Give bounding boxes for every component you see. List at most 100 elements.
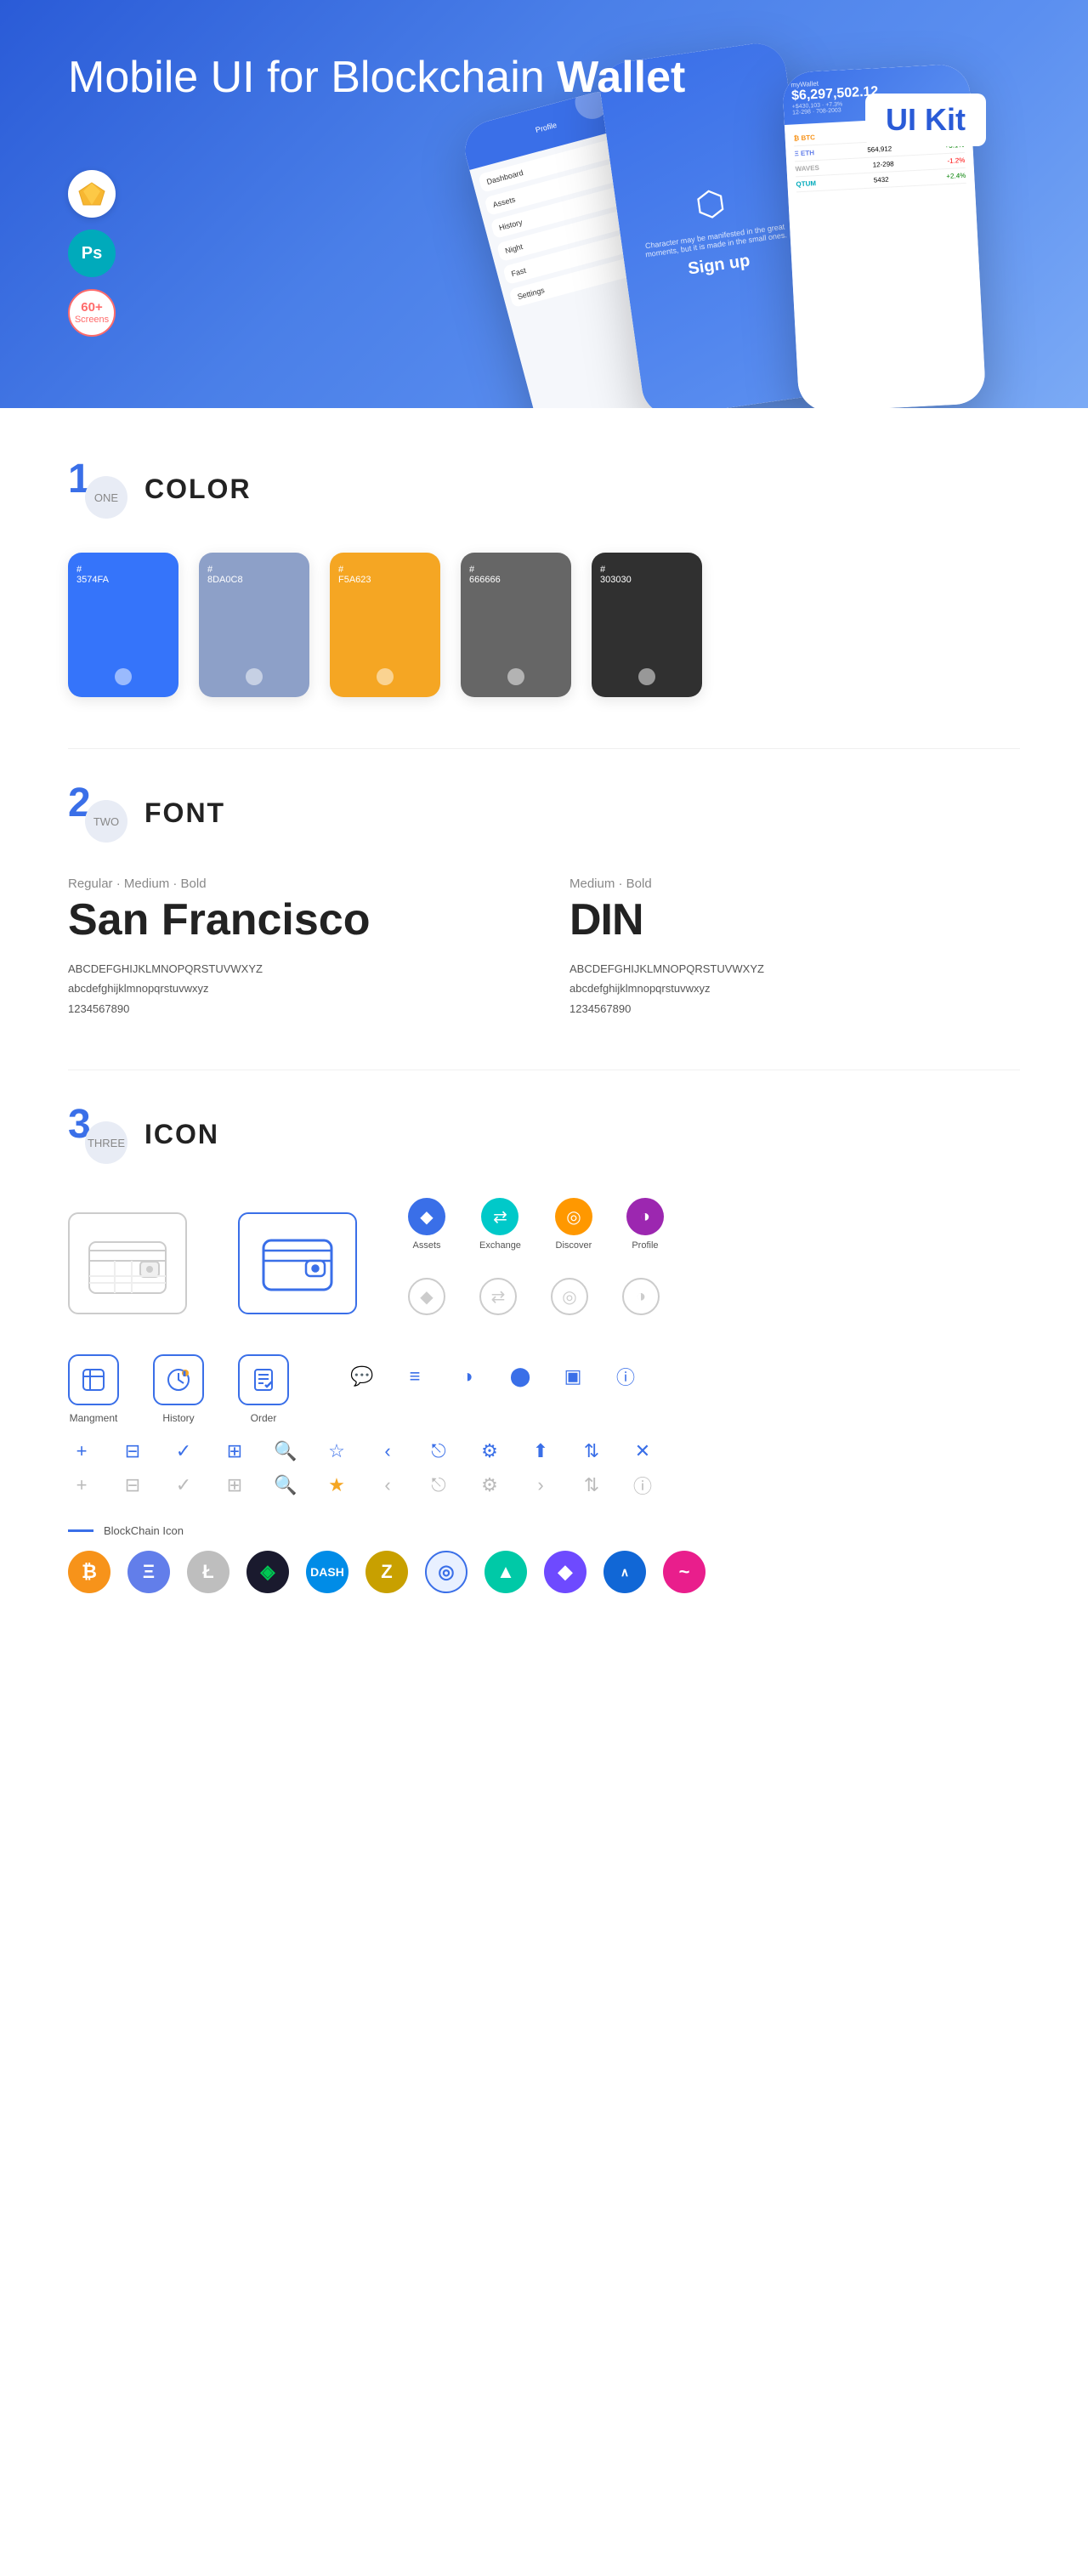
close-icon: ✕ [629, 1438, 656, 1465]
ps-badge: Ps [68, 230, 116, 277]
blockchain-label-row: BlockChain Icon [68, 1524, 1020, 1537]
sketch-icon [77, 181, 106, 207]
svg-text:!: ! [184, 1372, 185, 1377]
assets-icon-item: ◆ Assets [408, 1198, 445, 1251]
tab-icons-row-active: ◆ Assets ⇄ Exchange ◎ Discover ◑ Profile [408, 1198, 664, 1251]
icon-section-number: 3 THREE [68, 1104, 128, 1164]
swatch-blue: #3574FA [68, 553, 178, 697]
screens-badge: 60+ Screens [68, 289, 116, 337]
assets-icon: ◆ [408, 1198, 445, 1235]
divider-1 [68, 748, 1020, 749]
swatch-gray: #666666 [461, 553, 571, 697]
bitcoin-icon: ₿ [68, 1551, 110, 1593]
ark-icon: ▲ [484, 1551, 527, 1593]
stellar-icon: ~ [663, 1551, 706, 1593]
ui-kit-badge: UI Kit [865, 94, 986, 146]
wallet-colored-icon [238, 1212, 357, 1314]
plus-gray-icon: + [68, 1472, 95, 1499]
font-din: Medium · Bold DIN ABCDEFGHIJKLMNOPQRSTUV… [570, 877, 1020, 1018]
stratis-icon: ∧ [604, 1551, 646, 1593]
icon-section: ◆ Assets ⇄ Exchange ◎ Discover ◑ Profile [68, 1198, 1020, 1593]
back-icon: ‹ [374, 1438, 401, 1465]
font-title: FONT [144, 797, 225, 829]
history-icon-item: ! History [153, 1354, 204, 1424]
management-icon-item: Mangment [68, 1354, 119, 1424]
wallet-wireframe-icon [68, 1212, 187, 1314]
sketch-badge [68, 170, 116, 218]
quantum-icon: ◎ [425, 1551, 468, 1593]
hero-text: Mobile UI for Blockchain Wallet [68, 51, 685, 104]
star-active-icon: ★ [323, 1472, 350, 1499]
color-title: COLOR [144, 474, 252, 505]
small-icons-row-2: + ⊟ ✓ ⊞ 🔍 ★ ‹ ⎋ ⚙ › ⇅ ⓘ [68, 1472, 1020, 1499]
profile-icon-item: ◑ Profile [626, 1198, 664, 1251]
swatch-gray-blue: #8DA0C8 [199, 553, 309, 697]
color-section-header: 1 ONE COLOR [68, 459, 1020, 519]
litecoin-icon: Ł [187, 1551, 230, 1593]
chat-icon: 💬 [348, 1363, 376, 1390]
discover-icon: ◎ [555, 1198, 592, 1235]
ethereum-icon: Ξ [128, 1551, 170, 1593]
wallet-wire-svg [85, 1229, 170, 1297]
stack-icon: ≡ [401, 1363, 428, 1390]
exchange-icon: ⇄ [481, 1198, 518, 1235]
info-icon: ⓘ [612, 1363, 639, 1390]
discover-icon-item: ◎ Discover [555, 1198, 592, 1251]
moon-icon: ◑ [454, 1363, 481, 1390]
info-gray-icon: ⓘ [629, 1472, 656, 1499]
misc-icons-row-1: 💬 ≡ ◑ ⬤ ▣ ⓘ [348, 1363, 639, 1390]
settings-icon: ⚙ [476, 1438, 503, 1465]
grid-gray-icon: ⊞ [221, 1472, 248, 1499]
waves-icon: ◆ [544, 1551, 586, 1593]
color-swatches: #3574FA #8DA0C8 #F5A623 #666666 #303030 [68, 553, 1020, 697]
settings-gray-icon: ⚙ [476, 1472, 503, 1499]
check-icon: ✓ [170, 1438, 197, 1465]
discover-outline-icon: ◎ [551, 1278, 588, 1315]
font-grid: Regular · Medium · Bold San Francisco AB… [68, 877, 1020, 1018]
font-sf: Regular · Medium · Bold San Francisco AB… [68, 877, 518, 1018]
profile-outline-icon: ◑ [622, 1278, 660, 1315]
list-icon: ⊟ [119, 1438, 146, 1465]
forward-gray-icon: › [527, 1472, 554, 1499]
blockchain-label: BlockChain Icon [104, 1524, 184, 1537]
profile-icon: ◑ [626, 1198, 664, 1235]
grid-icon: ⊞ [221, 1438, 248, 1465]
swap-icon: ⇅ [578, 1438, 605, 1465]
share-gray-icon: ⎋ [425, 1472, 452, 1499]
font-section-number: 2 TWO [68, 783, 128, 843]
small-icons-section: + ⊟ ✓ ⊞ 🔍 ☆ ‹ ⎋ ⚙ ⬆ ⇅ ✕ + ⊟ ✓ ⊞ 🔍 ★ ‹ [68, 1438, 1020, 1499]
circle-icon: ⬤ [507, 1363, 534, 1390]
search-gray-icon: 🔍 [272, 1472, 299, 1499]
app-icons-row: Mangment ! History [68, 1354, 1020, 1424]
font-section-header: 2 TWO FONT [68, 783, 1020, 843]
coin-row: ₿ Ξ Ł ◈ DASH Z ◎ ▲ ◆ ∧ ~ [68, 1551, 1020, 1593]
neo-icon: ◈ [246, 1551, 289, 1593]
share-icon: ⎋ [425, 1438, 452, 1465]
swap-gray-icon: ⇅ [578, 1472, 605, 1499]
back-gray-icon: ‹ [374, 1472, 401, 1499]
color-section-number: 1 ONE [68, 459, 128, 519]
search-icon: 🔍 [272, 1438, 299, 1465]
upload-icon: ⬆ [527, 1438, 554, 1465]
exchange-icon-item: ⇄ Exchange [479, 1198, 521, 1251]
order-icon [238, 1354, 289, 1405]
font-section: Regular · Medium · Bold San Francisco AB… [68, 877, 1020, 1018]
order-icon-item: Order [238, 1354, 289, 1424]
blockchain-section: BlockChain Icon ₿ Ξ Ł ◈ DASH Z ◎ ▲ ◆ ∧ ~ [68, 1524, 1020, 1593]
assets-outline-icon: ◆ [408, 1278, 445, 1315]
hero-title: Mobile UI for Blockchain Wallet [68, 51, 685, 104]
content-section: 1 ONE COLOR #3574FA #8DA0C8 #F5A623 #666… [0, 408, 1088, 1695]
small-icons-row-1: + ⊟ ✓ ⊞ 🔍 ☆ ‹ ⎋ ⚙ ⬆ ⇅ ✕ [68, 1438, 1020, 1465]
plus-icon: + [68, 1438, 95, 1465]
swatch-orange: #F5A623 [330, 553, 440, 697]
list-gray-icon: ⊟ [119, 1472, 146, 1499]
tab-icons-row-outline: ◆ ⇄ ◎ ◑ [408, 1278, 664, 1315]
management-icon [68, 1354, 119, 1405]
zcash-icon: Z [366, 1551, 408, 1593]
message-icon: ▣ [559, 1363, 586, 1390]
icon-main-row: ◆ Assets ⇄ Exchange ◎ Discover ◑ Profile [68, 1198, 1020, 1329]
icon-title: ICON [144, 1119, 219, 1150]
icon-section-header: 3 THREE ICON [68, 1104, 1020, 1164]
star-icon: ☆ [323, 1438, 350, 1465]
check-gray-icon: ✓ [170, 1472, 197, 1499]
